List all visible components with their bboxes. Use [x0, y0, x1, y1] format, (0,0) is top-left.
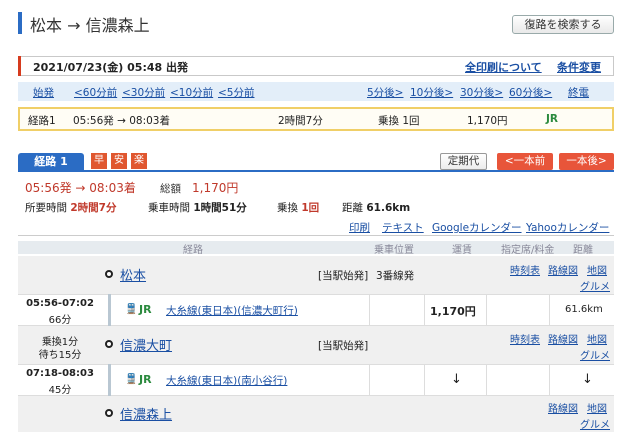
station-shinano-omachi[interactable]: 信濃大町 — [120, 335, 172, 354]
col-reserved: 指定席/料金 — [501, 245, 555, 256]
summary-duration: 2時間7分 — [278, 115, 323, 127]
title-accent-bar — [18, 12, 22, 34]
summary-transfer: 乗換 1回 — [378, 115, 420, 127]
print-all-link[interactable]: 全印刷について — [465, 59, 542, 75]
origin-note: [当駅始発] — [318, 270, 369, 282]
tab-underline — [18, 170, 614, 172]
tab-route-1[interactable]: 経路 1 — [18, 153, 84, 171]
route-summary-row[interactable]: 経路1 05:56発 → 08:03着 2時間7分 乗換 1回 1,170円 J… — [18, 107, 614, 131]
plus-60-link[interactable]: 60分後> — [509, 85, 552, 100]
leg-fare-arrow: ↓ — [451, 372, 462, 387]
commuter-pass-button[interactable]: 定期代 — [440, 153, 487, 170]
change-conditions-link[interactable]: 条件変更 — [557, 59, 601, 75]
total-fare: 1,170円 — [192, 181, 239, 195]
gourmet-link[interactable]: グルメ — [580, 416, 610, 431]
yahoo-calendar-link[interactable]: Yahooカレンダー — [526, 220, 609, 235]
text-link[interactable]: テキスト — [382, 220, 424, 235]
leg-company: JR — [139, 373, 152, 386]
col-route: 経路 — [183, 245, 203, 256]
summary-fare: 1,170円 — [467, 115, 508, 127]
origin-note: [当駅始発] — [318, 340, 369, 352]
route-line — [108, 364, 111, 396]
map-link[interactable]: 地図 — [587, 400, 607, 415]
col-distance: 距離 — [573, 245, 593, 256]
station-marker — [105, 340, 113, 348]
leg-time: 07:18-08:03 — [26, 368, 94, 379]
page-title: 松本 → 信濃森上 — [30, 16, 150, 35]
google-calendar-link[interactable]: Googleカレンダー — [432, 220, 522, 235]
route-map-link[interactable]: 路線図 — [548, 331, 578, 346]
prev-train-button[interactable]: <一本前 — [497, 153, 553, 170]
route-map-link[interactable]: 路線図 — [548, 400, 578, 415]
cell-divider — [369, 364, 370, 396]
detail-times: 05:56発 → 08:03着 — [25, 181, 136, 195]
cell-divider — [549, 294, 550, 326]
leg-fare: 1,170円 — [430, 305, 476, 318]
map-link[interactable]: 地図 — [587, 331, 607, 346]
station-matsumoto[interactable]: 松本 — [120, 265, 146, 284]
timetable-link[interactable]: 時刻表 — [510, 331, 540, 346]
cell-divider — [424, 364, 425, 396]
cell-divider — [549, 364, 550, 396]
distance: 距離 61.6km — [342, 202, 411, 214]
print-link[interactable]: 印刷 — [349, 220, 370, 235]
gourmet-link[interactable]: グルメ — [580, 278, 610, 293]
leg-line-link[interactable]: 大糸線(東日本)(信濃大町行) — [166, 303, 298, 318]
last-train-link[interactable]: 終電 — [568, 85, 589, 100]
return-search-button[interactable]: 復路を検索する — [512, 15, 614, 34]
leg-distance: 61.6km — [565, 304, 603, 315]
train-icon: 🚆 — [125, 304, 138, 315]
next-train-button[interactable]: 一本後> — [559, 153, 614, 170]
easiest-badge: 楽 — [131, 153, 147, 169]
ride-time: 乗車時間 1時間51分 — [148, 202, 247, 214]
cell-divider — [369, 294, 370, 326]
leg-company: JR — [139, 303, 152, 316]
cell-divider — [486, 294, 487, 326]
col-fare: 運賃 — [452, 245, 472, 256]
cell-divider — [486, 364, 487, 396]
time-navigation: 始発 <60分前 <30分前 <10分前 <5分前 5分後> 10分後> 30分… — [18, 82, 614, 101]
plus-10-link[interactable]: 10分後> — [410, 85, 453, 100]
cell-divider — [424, 294, 425, 326]
gourmet-link[interactable]: グルメ — [580, 347, 610, 362]
plus-5-link[interactable]: 5分後> — [367, 85, 403, 100]
route-map-link[interactable]: 路線図 — [548, 262, 578, 277]
fastest-badge: 早 — [91, 153, 107, 169]
total-label: 総額 — [160, 183, 181, 195]
transfer-count: 乗換 1回 — [277, 202, 320, 214]
summary-operator: JR — [546, 113, 558, 125]
leg-line-link[interactable]: 大糸線(東日本)(南小谷行) — [166, 373, 287, 388]
minus-5-link[interactable]: <5分前 — [218, 85, 254, 100]
divider — [18, 235, 614, 236]
departure-datetime: 2021/07/23(金) 05:48 出発 — [33, 61, 188, 74]
station-marker — [105, 270, 113, 278]
col-position: 乗車位置 — [374, 245, 414, 256]
cheapest-badge: 安 — [111, 153, 127, 169]
leg-duration: 45分 — [48, 385, 72, 396]
minus-60-link[interactable]: <60分前 — [74, 85, 117, 100]
leg-time: 05:56-07:02 — [26, 298, 94, 309]
leg-duration: 66分 — [48, 315, 72, 326]
train-icon: 🚆 — [125, 374, 138, 385]
platform: 3番線発 — [376, 270, 415, 282]
plus-30-link[interactable]: 30分後> — [460, 85, 503, 100]
first-train-link[interactable]: 始発 — [33, 85, 54, 100]
route-line — [108, 294, 111, 326]
minus-10-link[interactable]: <10分前 — [170, 85, 213, 100]
leg-distance-arrow: ↓ — [582, 372, 593, 387]
station-marker — [105, 409, 113, 417]
map-link[interactable]: 地図 — [587, 262, 607, 277]
minus-30-link[interactable]: <30分前 — [122, 85, 165, 100]
date-bar-accent — [18, 56, 21, 76]
table-header: 経路 乗車位置 運賃 指定席/料金 距離 — [18, 241, 614, 256]
wait-time: 待ち15分 — [38, 350, 82, 361]
required-time: 所要時間 2時間7分 — [25, 202, 117, 214]
timetable-link[interactable]: 時刻表 — [510, 262, 540, 277]
station-shinano-moriue[interactable]: 信濃森上 — [120, 404, 172, 423]
summary-route: 経路1 — [28, 115, 56, 127]
summary-times: 05:56発 → 08:03着 — [73, 115, 170, 127]
